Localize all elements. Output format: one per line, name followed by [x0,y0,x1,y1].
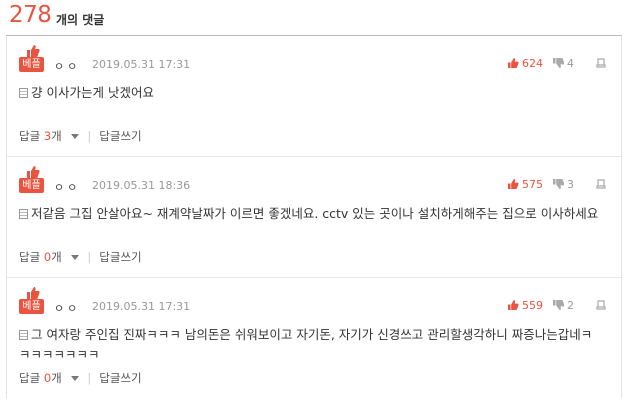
best-badge-group: 베플 [19,44,45,74]
comment-item: 베플 ㅇㅇ 2019.05.31 17:31 624 4 걍 이사가는게 낫겠어… [7,36,621,157]
document-icon [19,209,28,219]
comment-item: 베플 ㅇㅇ 2019.05.31 17:31 559 2 그 여자랑 주인집 진… [7,278,621,398]
author-nickname[interactable]: ㅇㅇ [54,179,80,195]
thumbs-down-icon[interactable] [552,178,564,190]
footer-separator: | [87,250,92,264]
author-nickname[interactable]: ㅇㅇ [54,300,80,316]
reply-unit: 개 [51,371,62,385]
comment-count-label: 개의 댓글 [56,13,105,27]
thumbs-down-icon[interactable] [552,57,564,69]
comment-body: 저같음 그집 안살아요~ 재계약날짜가 이르면 좋겠네요. cctv 있는 곳이… [31,206,599,221]
vote-group: 559 2 [507,298,607,312]
thumbs-down-icon[interactable] [552,299,564,311]
chevron-down-icon [71,134,80,139]
upvote-count: 575 [522,177,543,191]
chevron-down-icon [71,376,80,381]
comment-count: 278 [9,2,52,28]
reply-unit: 개 [51,129,62,143]
vote-group: 575 3 [507,177,607,191]
document-icon [19,88,28,98]
best-thumbs-up-icon [27,45,40,57]
comment-footer: 답글 0개 | 답글쓰기 [19,370,142,386]
comment-date: 2019.05.31 17:31 [92,58,191,71]
best-badge-group: 베플 [19,286,45,316]
downvote-count: 4 [567,56,574,70]
report-icon[interactable] [595,57,607,69]
comment-date: 2019.05.31 18:36 [92,179,191,192]
upvote-count: 559 [522,298,543,312]
reply-toggle[interactable]: 답글 3개 [19,128,80,144]
footer-separator: | [87,129,92,143]
downvote-count: 3 [567,177,574,191]
reply-toggle[interactable]: 답글 0개 [19,249,80,265]
write-reply-link[interactable]: 답글쓰기 [99,249,141,265]
chevron-down-icon [71,255,80,260]
best-badge: 베플 [19,178,44,193]
comment-date: 2019.05.31 17:31 [92,300,191,313]
reply-label: 답글 [19,371,41,385]
best-badge: 베플 [19,299,44,314]
comment-item: 베플 ㅇㅇ 2019.05.31 18:36 575 3 저같음 그집 안살아요… [7,157,621,278]
best-badge: 베플 [19,57,44,72]
downvote-count: 2 [567,298,574,312]
thumbs-up-icon[interactable] [507,178,519,190]
reply-toggle[interactable]: 답글 0개 [19,370,80,386]
report-icon[interactable] [595,299,607,311]
best-badge-group: 베플 [19,165,45,195]
report-icon[interactable] [595,178,607,190]
thumbs-up-icon[interactable] [507,57,519,69]
reply-unit: 개 [51,250,62,264]
upvote-count: 624 [522,56,543,70]
footer-separator: | [87,371,92,385]
reply-label: 답글 [19,129,41,143]
best-thumbs-up-icon [27,166,40,178]
comment-text: 걍 이사가는게 낫겠어요 [19,83,601,103]
comment-footer: 답글 0개 | 답글쓰기 [19,249,142,265]
comment-footer: 답글 3개 | 답글쓰기 [19,128,142,144]
comment-body: 그 여자랑 주인집 진짜ㅋㅋㅋ 남의돈은 쉬워보이고 자기돈, 자기가 신경쓰고… [19,327,593,362]
comment-body: 걍 이사가는게 낫겠어요 [31,85,154,100]
comment-text: 저같음 그집 안살아요~ 재계약날짜가 이르면 좋겠네요. cctv 있는 곳이… [19,204,601,224]
write-reply-link[interactable]: 답글쓰기 [99,128,141,144]
document-icon [19,330,28,340]
comments-header: 278 개의 댓글 [0,0,628,36]
author-nickname[interactable]: ㅇㅇ [54,58,80,74]
reply-label: 답글 [19,250,41,264]
best-thumbs-up-icon [27,287,40,299]
comment-text: 그 여자랑 주인집 진짜ㅋㅋㅋ 남의돈은 쉬워보이고 자기돈, 자기가 신경쓰고… [19,325,601,365]
thumbs-up-icon[interactable] [507,299,519,311]
comment-list: 베플 ㅇㅇ 2019.05.31 17:31 624 4 걍 이사가는게 낫겠어… [6,36,622,398]
write-reply-link[interactable]: 답글쓰기 [99,370,141,386]
vote-group: 624 4 [507,56,607,70]
